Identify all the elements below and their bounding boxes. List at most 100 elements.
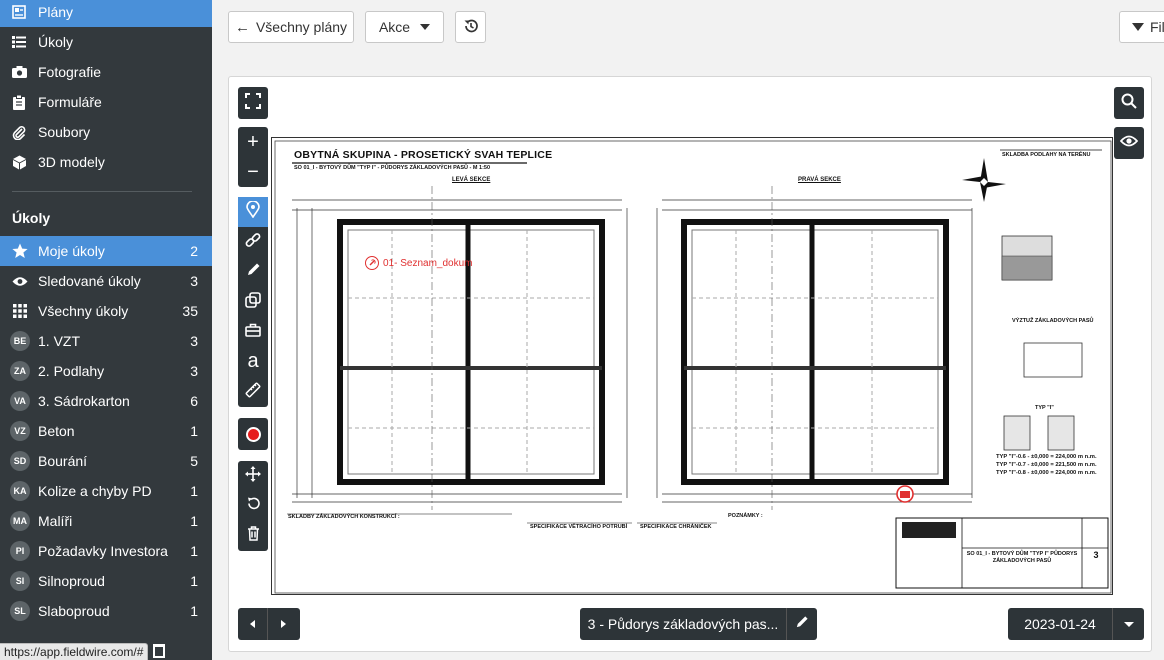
pin-tool[interactable] bbox=[238, 197, 268, 227]
previous-sheet-button[interactable] bbox=[238, 608, 268, 640]
task-filter-my-tasks[interactable]: Moje úkoly 2 bbox=[0, 236, 212, 266]
nav-3d-models[interactable]: 3D modely bbox=[0, 147, 212, 177]
red-color-swatch-icon bbox=[245, 426, 261, 442]
trash-icon[interactable] bbox=[153, 644, 165, 658]
trash-icon bbox=[247, 526, 260, 546]
fullscreen-button[interactable] bbox=[238, 87, 268, 119]
task-category-1-vzt[interactable]: BE 1. VZT 3 bbox=[0, 326, 212, 356]
search-icon bbox=[1121, 93, 1137, 114]
nav-forms[interactable]: Formuláře bbox=[0, 87, 212, 117]
level-1: TYP "I"-0.6 - ±0,000 = 224,000 m n.m. bbox=[996, 454, 1097, 460]
fullscreen-group bbox=[238, 87, 268, 119]
note-heading-remarks: POZNÁMKY : bbox=[728, 513, 763, 519]
floor-composition-title: SKLADBA PODLAHY NA TERÉNU bbox=[1002, 152, 1091, 158]
task-count: 1 bbox=[190, 513, 198, 529]
edit-tools-group bbox=[238, 461, 268, 551]
task-count: 1 bbox=[190, 573, 198, 589]
zoom-group: + − bbox=[238, 127, 268, 187]
eye-icon bbox=[10, 271, 30, 291]
task-category-label: 3. Sádrokarton bbox=[38, 393, 130, 409]
version-dropdown-button[interactable] bbox=[1113, 608, 1144, 640]
category-avatar: SL bbox=[10, 601, 30, 621]
star-icon bbox=[10, 241, 30, 261]
zoom-in-button[interactable]: + bbox=[238, 127, 268, 157]
delete-button[interactable] bbox=[238, 521, 268, 551]
sidebar: Plány Úkoly Fotografie Formuláře Soubory… bbox=[0, 0, 212, 660]
eye-icon bbox=[1119, 134, 1139, 152]
category-avatar: VZ bbox=[10, 421, 30, 441]
task-count: 3 bbox=[190, 363, 198, 379]
paperclip-icon bbox=[11, 124, 27, 140]
history-button[interactable] bbox=[455, 11, 486, 43]
task-filter-followed[interactable]: Sledované úkoly 3 bbox=[0, 266, 212, 296]
category-avatar: SD bbox=[10, 451, 30, 471]
toolbox-tool[interactable] bbox=[238, 317, 268, 347]
nav-files[interactable]: Soubory bbox=[0, 117, 212, 147]
level-2: TYP "I"-0.7 - ±0,000 = 221,500 m n.m. bbox=[996, 462, 1097, 468]
measure-tool[interactable] bbox=[238, 377, 268, 407]
task-category-slaboproud[interactable]: SL Slaboproud 1 bbox=[0, 596, 212, 626]
drawing-subtitle: SO 01_I - BYTOVÝ DŮM "TYP I" - PŮDORYS Z… bbox=[294, 165, 491, 171]
task-category-bourani[interactable]: SD Bourání 5 bbox=[0, 446, 212, 476]
next-sheet-button[interactable] bbox=[268, 608, 299, 640]
nav-tasks[interactable]: Úkoly bbox=[0, 27, 212, 57]
color-group bbox=[238, 418, 268, 450]
task-category-label: Požadavky Investora bbox=[38, 543, 168, 559]
sheet-pager bbox=[238, 608, 300, 640]
layers-visibility-button[interactable] bbox=[1114, 127, 1144, 159]
task-filter-label: Moje úkoly bbox=[38, 243, 105, 259]
task-category-2-podlahy[interactable]: ZA 2. Podlahy 3 bbox=[0, 356, 212, 386]
zoom-out-button[interactable]: − bbox=[238, 157, 268, 187]
pencil-icon bbox=[795, 615, 809, 634]
color-picker-button[interactable] bbox=[238, 418, 268, 450]
ruler-icon bbox=[245, 382, 261, 403]
task-category-silnoproud[interactable]: SI Silnoproud 1 bbox=[0, 566, 212, 596]
task-category-beton[interactable]: VZ Beton 1 bbox=[0, 416, 212, 446]
sheet-name-selector[interactable]: 3 - Půdorys základových pas... bbox=[580, 608, 787, 640]
task-count: 6 bbox=[190, 393, 198, 409]
task-category-3-sadrokarton[interactable]: VA 3. Sádrokarton 6 bbox=[0, 386, 212, 416]
grid-icon bbox=[10, 301, 30, 321]
sheet-number: 3 bbox=[1093, 550, 1099, 560]
chain-link-icon bbox=[245, 232, 261, 253]
sidebar-divider bbox=[12, 191, 192, 192]
document-link-marker[interactable]: 01- Seznam_dokum bbox=[365, 256, 473, 270]
right-section-label: PRAVÁ SEKCE bbox=[798, 177, 841, 183]
version-date: 2023-01-24 bbox=[1024, 616, 1096, 632]
shape-tool[interactable] bbox=[238, 287, 268, 317]
actions-label: Akce bbox=[378, 19, 411, 35]
filter-icon bbox=[1132, 23, 1144, 31]
task-filter-all[interactable]: Všechny úkoly 35 bbox=[0, 296, 212, 326]
task-category-label: 1. VZT bbox=[38, 333, 81, 349]
move-tool[interactable] bbox=[238, 461, 268, 491]
task-category-pozadavky[interactable]: PI Požadavky Investora 1 bbox=[0, 536, 212, 566]
task-count: 3 bbox=[190, 273, 198, 289]
search-button[interactable] bbox=[1114, 87, 1144, 119]
plan-viewer[interactable]: OBYTNÁ SKUPINA - PROSETICKÝ SVAH TEPLICE… bbox=[228, 76, 1152, 652]
category-avatar: SI bbox=[10, 571, 30, 591]
task-filter-label: Sledované úkoly bbox=[38, 273, 141, 289]
edit-sheet-button[interactable] bbox=[787, 608, 817, 640]
task-category-label: Slaboproud bbox=[38, 603, 110, 619]
sheet-version-date[interactable]: 2023-01-24 bbox=[1008, 608, 1113, 640]
task-category-kolize[interactable]: KA Kolize a chyby PD 1 bbox=[0, 476, 212, 506]
search-group bbox=[1114, 87, 1144, 119]
link-tool[interactable] bbox=[238, 227, 268, 257]
category-avatar: VA bbox=[10, 391, 30, 411]
task-count: 3 bbox=[190, 333, 198, 349]
nav-photos[interactable]: Fotografie bbox=[0, 57, 212, 87]
pen-tool[interactable] bbox=[238, 257, 268, 287]
undo-button[interactable] bbox=[238, 491, 268, 521]
all-plans-button[interactable]: ← Všechny plány bbox=[228, 11, 354, 43]
list-icon bbox=[11, 34, 27, 50]
plan-drawing[interactable]: OBYTNÁ SKUPINA - PROSETICKÝ SVAH TEPLICE… bbox=[271, 137, 1113, 595]
fullscreen-icon bbox=[245, 92, 261, 114]
move-arrows-icon bbox=[245, 465, 261, 487]
link-label: 01- Seznam_dokum bbox=[383, 257, 473, 269]
actions-dropdown[interactable]: Akce bbox=[365, 11, 444, 43]
filter-button[interactable]: Fil bbox=[1119, 11, 1164, 43]
task-category-malири[interactable]: MA Malíři 1 bbox=[0, 506, 212, 536]
text-tool[interactable]: a bbox=[238, 347, 268, 377]
type-label: TYP "I" bbox=[1035, 405, 1054, 411]
nav-plans[interactable]: Plány bbox=[0, 0, 212, 27]
